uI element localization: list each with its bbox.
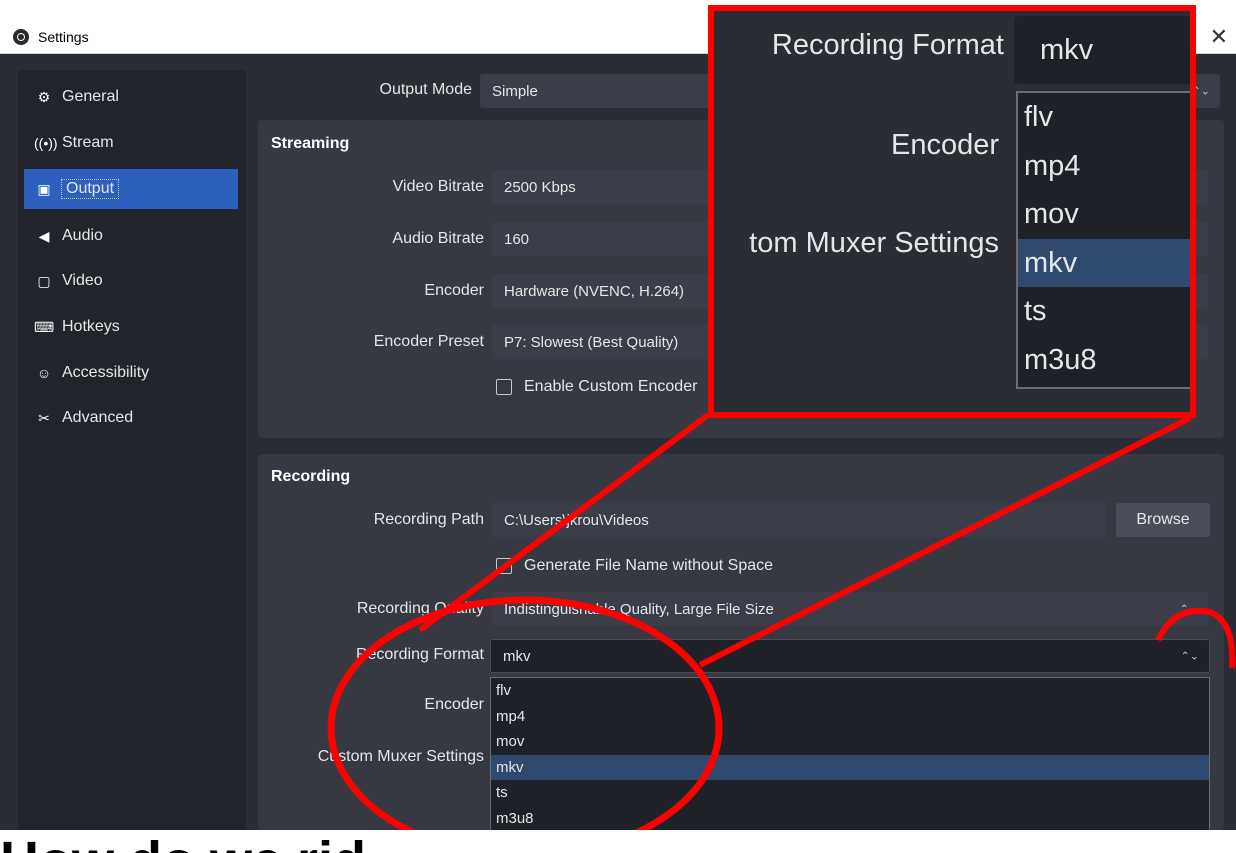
annotation-overlay xyxy=(327,412,1236,853)
caption: How do we rid xyxy=(0,834,366,853)
callout-connector-line xyxy=(418,412,710,633)
highlight-arc xyxy=(1155,607,1236,669)
callout-connector-line xyxy=(698,415,1192,668)
caption-text: How do we rid xyxy=(0,830,1236,853)
highlight-ellipse xyxy=(327,596,723,853)
